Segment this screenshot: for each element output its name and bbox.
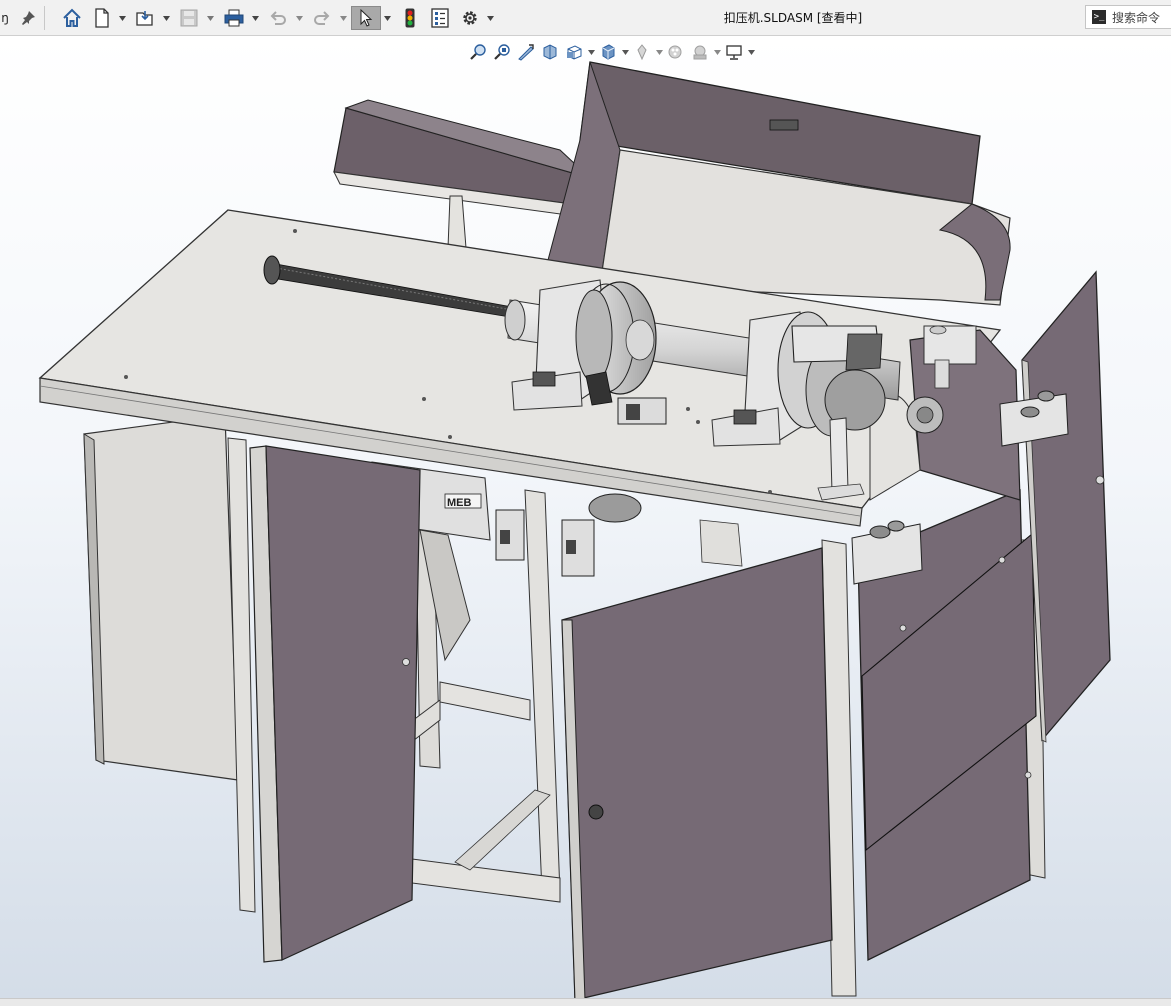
- edit-appearance-button[interactable]: [664, 40, 688, 64]
- command-prompt-icon: >_: [1092, 10, 1106, 24]
- select-arrow-icon: [360, 9, 373, 27]
- print-button[interactable]: [222, 6, 246, 30]
- front-left-door: [249, 445, 421, 963]
- open-folder-icon: [136, 11, 153, 26]
- rear-left-panel: [83, 414, 239, 781]
- guard-cover-open: [539, 61, 1011, 306]
- zoom-to-area-button[interactable]: [490, 40, 514, 64]
- chevron-down-icon: [486, 15, 494, 21]
- section-view-button[interactable]: [538, 40, 562, 64]
- apply-scene-button[interactable]: [688, 40, 712, 64]
- edit-appearance-icon: [668, 45, 682, 59]
- display-style-icon: [602, 44, 615, 60]
- display-style-button[interactable]: [596, 40, 620, 64]
- undo-icon: [270, 11, 286, 25]
- motor-label: MEB: [447, 497, 472, 509]
- select-button[interactable]: [351, 6, 381, 30]
- select-dropdown[interactable]: [383, 6, 391, 30]
- heads-up-view-toolbar: [466, 40, 756, 64]
- zoom-to-area-icon: [494, 44, 510, 60]
- chevron-down-icon: [295, 15, 303, 21]
- options-button[interactable]: [458, 6, 482, 30]
- chevron-down-icon: [162, 15, 170, 21]
- chevron-down-icon: [118, 15, 126, 21]
- proximity-sensor: [617, 397, 667, 425]
- view-settings-icon: [726, 45, 742, 60]
- apply-scene-dropdown[interactable]: [712, 40, 722, 64]
- section-view-icon: [543, 44, 557, 60]
- view-orientation-button[interactable]: [562, 40, 586, 64]
- zoom-to-fit-icon: [470, 44, 486, 60]
- view-orientation-icon: [567, 45, 582, 60]
- new-document-dropdown[interactable]: [118, 6, 126, 30]
- hide-show-items-dropdown[interactable]: [654, 40, 664, 64]
- status-bar: [0, 998, 1171, 1006]
- save-button[interactable]: [177, 6, 201, 30]
- open-dropdown[interactable]: [162, 6, 170, 30]
- previous-view-button[interactable]: [514, 40, 538, 64]
- toolbar-separator: [44, 6, 45, 30]
- options-dropdown[interactable]: [486, 6, 494, 30]
- left-cut-label: ŋ: [1, 11, 9, 25]
- chevron-down-icon: [251, 15, 259, 21]
- home-button[interactable]: [60, 6, 84, 30]
- chevron-down-icon: [339, 15, 347, 21]
- feed-hopper: [333, 99, 591, 249]
- window-title: 扣压机.SLDASM [查看中]: [723, 11, 863, 25]
- chevron-down-icon: [383, 15, 391, 21]
- search-commands-label: 搜索命令: [1112, 10, 1161, 25]
- assembly-model: MEB: [38, 61, 1111, 998]
- hide-show-items-icon: [637, 44, 647, 61]
- chevron-down-icon: [621, 49, 629, 55]
- view-settings-button[interactable]: [722, 40, 746, 64]
- chevron-down-icon: [206, 15, 214, 21]
- redo-icon: [314, 11, 330, 25]
- file-properties-button[interactable]: [428, 6, 452, 30]
- options-gear-icon: [463, 11, 477, 25]
- graphics-viewport[interactable]: MEB: [0, 36, 1171, 998]
- rebuild-traffic-light-icon: [405, 8, 415, 28]
- undo-button[interactable]: [266, 6, 290, 30]
- display-style-dropdown[interactable]: [620, 40, 630, 64]
- save-icon: [180, 9, 198, 27]
- search-commands-box[interactable]: >_ 搜索命令: [1085, 5, 1171, 29]
- pin-icon: [22, 11, 35, 25]
- hide-show-items-button[interactable]: [630, 40, 654, 64]
- chevron-down-icon: [655, 49, 663, 55]
- zoom-to-fit-button[interactable]: [466, 40, 490, 64]
- rebuild-button[interactable]: [398, 6, 422, 30]
- open-button[interactable]: [133, 6, 157, 30]
- home-icon: [63, 8, 81, 27]
- chevron-down-icon: [587, 49, 595, 55]
- chevron-down-icon: [747, 49, 755, 55]
- undo-dropdown[interactable]: [295, 6, 303, 30]
- print-icon: [224, 9, 244, 27]
- new-document-icon: [95, 8, 109, 28]
- save-dropdown[interactable]: [206, 6, 214, 30]
- front-center-door: [561, 547, 833, 998]
- new-document-button[interactable]: [90, 6, 114, 30]
- file-properties-icon: [431, 8, 449, 28]
- redo-dropdown[interactable]: [339, 6, 347, 30]
- top-toolbar: ŋ 扣压机.SLDASM [查看中] >_ 搜索命令: [0, 0, 1171, 36]
- pin-button[interactable]: [16, 6, 40, 30]
- apply-scene-icon: [693, 45, 707, 60]
- previous-view-icon: [518, 44, 534, 61]
- view-orientation-dropdown[interactable]: [586, 40, 596, 64]
- redo-button[interactable]: [310, 6, 334, 30]
- chevron-down-icon: [713, 49, 721, 55]
- print-dropdown[interactable]: [251, 6, 259, 30]
- view-settings-dropdown[interactable]: [746, 40, 756, 64]
